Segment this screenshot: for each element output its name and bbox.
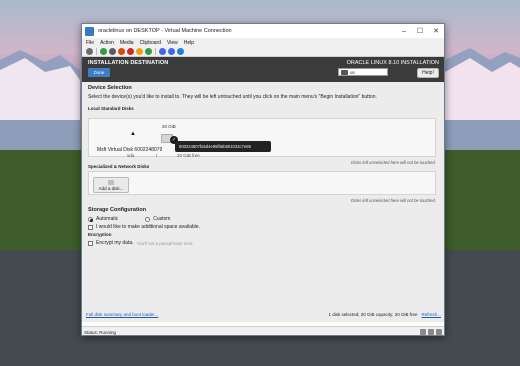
- local-disks-area: ▲ 20 GiB ✓ Msft Virtual Disk 6002248079 …: [88, 118, 436, 158]
- encryption-heading: Encryption: [88, 232, 112, 237]
- window-titlebar: oraclelinux on DESKTOP - Virtual Machine…: [82, 24, 444, 38]
- menu-help[interactable]: Help: [184, 40, 194, 46]
- menu-clipboard[interactable]: Clipboard: [140, 40, 161, 46]
- automatic-label: Automatic: [96, 216, 119, 222]
- installer-content: Device Selection Select the device(s) yo…: [82, 82, 444, 322]
- add-disk-label: Add a disk...: [98, 185, 124, 191]
- refresh-link[interactable]: Refresh...: [421, 312, 441, 317]
- passphrase-hint: You'll set a passphrase next.: [136, 240, 194, 246]
- lock-status-icon: [428, 329, 434, 335]
- network-status-icon: [436, 329, 442, 335]
- automatic-radio[interactable]: [88, 216, 93, 222]
- power-icon[interactable]: [127, 48, 134, 55]
- reset-icon[interactable]: [145, 48, 152, 55]
- menu-media[interactable]: Media: [120, 40, 134, 46]
- toolbar-separator: [155, 48, 156, 55]
- page-title: INSTALLATION DESTINATION: [88, 60, 169, 66]
- custom-radio[interactable]: [145, 216, 151, 222]
- close-button[interactable]: ✕: [428, 24, 444, 38]
- enhanced-session-icon[interactable]: [177, 48, 184, 55]
- done-button[interactable]: Done: [88, 68, 110, 77]
- disk-id-tooltip: 600224807fa5d4e95fb6b601032c7e85: [175, 141, 271, 152]
- menu-view[interactable]: View: [167, 40, 178, 46]
- local-disks-note: Disks left unselected here will not be t…: [351, 160, 436, 165]
- bottom-summary-bar: Full disk summary and boot loader... 1 d…: [82, 309, 444, 321]
- device-selection-description: Select the device(s) you'd like to insta…: [88, 94, 377, 100]
- additional-space-label: I would like to make additional space av…: [96, 224, 200, 230]
- mouse-cursor-icon: ▲: [130, 131, 136, 137]
- local-disks-heading: Local Standard Disks: [88, 106, 134, 111]
- device-selection-heading: Device Selection: [88, 85, 132, 91]
- disk-device: sda: [127, 153, 135, 158]
- menu-action[interactable]: Action: [100, 40, 114, 46]
- selection-status: 1 disk selected; 20 GiB capacity; 20 GiB…: [328, 312, 418, 317]
- encrypt-label: Encrypt my data.: [96, 240, 134, 246]
- encrypt-option: Encrypt my data. You'll set a passphrase…: [88, 240, 194, 246]
- product-title: ORACLE LINUX 8.10 INSTALLATION: [346, 60, 439, 66]
- disk-mount: /: [156, 153, 158, 158]
- specialized-disks-note: Disks left unselected here will not be t…: [351, 198, 436, 203]
- additional-space-option: I would like to make additional space av…: [88, 224, 200, 230]
- keyboard-icon: [341, 69, 348, 75]
- ctrl-alt-del-icon[interactable]: [86, 48, 93, 55]
- vm-statusbar: Status: Running: [82, 326, 444, 335]
- add-disk-button[interactable]: Add a disk...: [93, 177, 129, 193]
- maximize-button[interactable]: ☐: [412, 24, 428, 38]
- minimize-button[interactable]: –: [396, 24, 412, 38]
- toolbar: [82, 47, 444, 57]
- menubar: File Action Media Clipboard View Help: [82, 38, 444, 47]
- storage-options: Automatic Custom: [88, 216, 170, 222]
- checkpoint-icon[interactable]: [159, 48, 166, 55]
- custom-label: Custom: [153, 216, 171, 222]
- vm-connection-window: oraclelinux on DESKTOP - Virtual Machine…: [81, 23, 445, 336]
- disk-summary-link[interactable]: Full disk summary and boot loader...: [86, 312, 158, 317]
- additional-space-checkbox[interactable]: [88, 224, 93, 230]
- hyperv-icon: [85, 26, 94, 36]
- installer-header: INSTALLATION DESTINATION Done ORACLE LIN…: [82, 57, 444, 82]
- window-title: oraclelinux on DESKTOP - Virtual Machine…: [98, 28, 232, 34]
- disk-size: 20 GiB: [162, 124, 176, 129]
- toolbar-separator: [96, 48, 97, 55]
- encrypt-checkbox[interactable]: [88, 240, 93, 246]
- storage-config-heading: Storage Configuration: [88, 207, 147, 213]
- pause-icon[interactable]: [136, 48, 143, 55]
- specialized-disks-area: Add a disk...: [88, 171, 436, 195]
- start-icon[interactable]: [100, 48, 107, 55]
- menu-file[interactable]: File: [86, 40, 94, 46]
- help-button[interactable]: Help!: [417, 68, 439, 78]
- vm-status: Status: Running: [84, 329, 117, 335]
- keyboard-layout-text: us: [350, 69, 355, 75]
- disk-free-space: 20 GiB free: [177, 153, 200, 158]
- keyboard-status-icon: [420, 329, 426, 335]
- turn-off-icon[interactable]: [109, 48, 116, 55]
- shutdown-icon[interactable]: [118, 48, 125, 55]
- keyboard-layout-indicator[interactable]: us: [338, 68, 388, 76]
- revert-icon[interactable]: [168, 48, 175, 55]
- add-disk-icon: [108, 179, 114, 185]
- specialized-disks-heading: Specialized & Network Disks: [88, 164, 150, 169]
